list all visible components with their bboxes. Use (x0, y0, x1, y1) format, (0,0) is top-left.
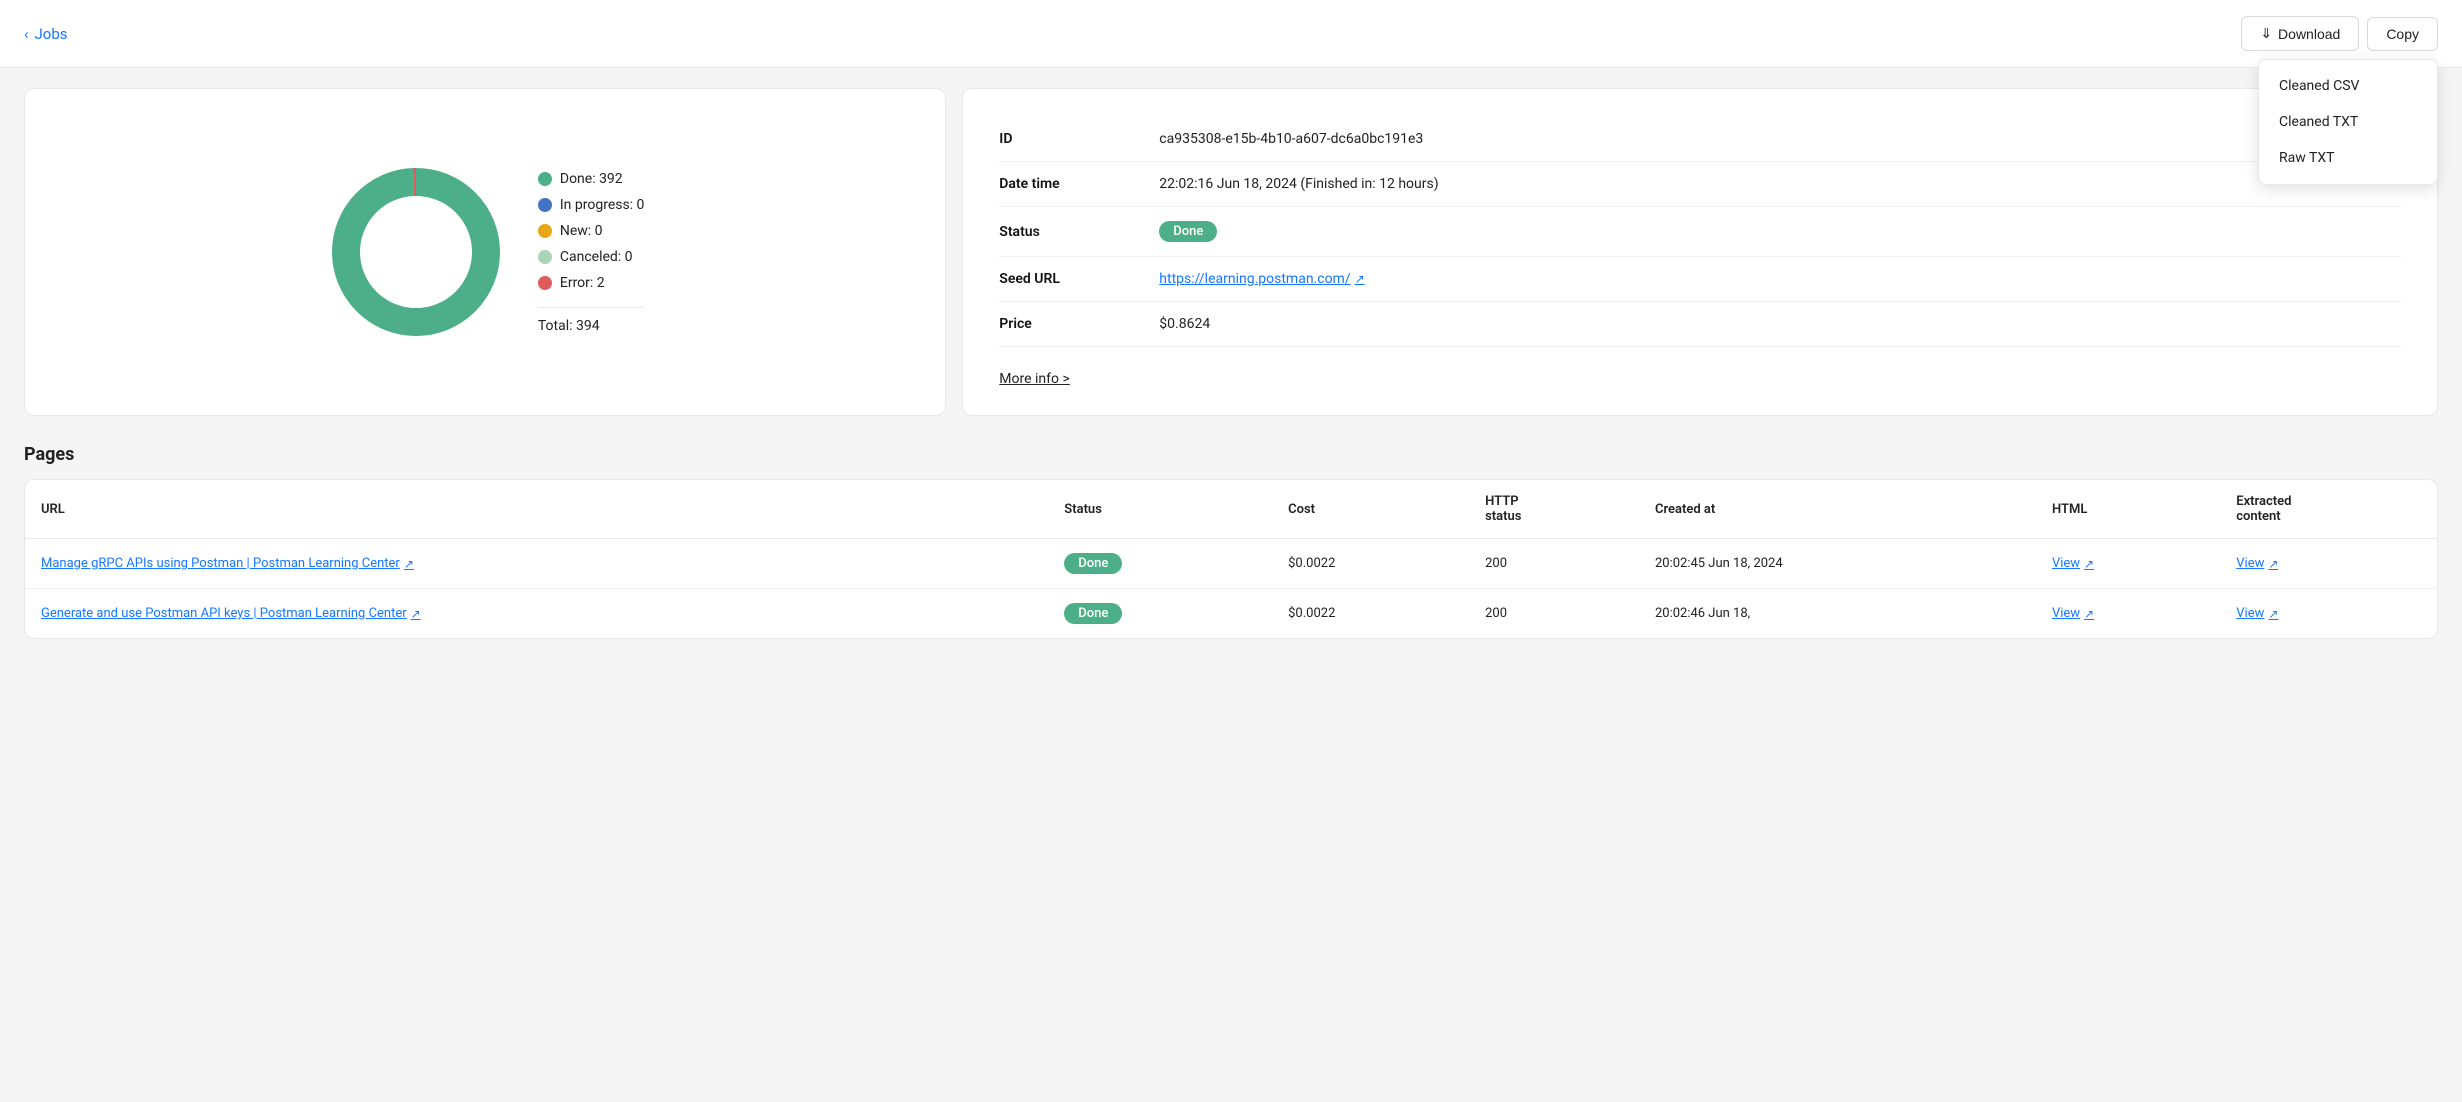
price-value: $0.8624 (1159, 316, 2401, 332)
legend-total: Total: 394 (538, 307, 645, 334)
dropdown-item-cleaned-txt[interactable]: Cleaned TXT (2259, 104, 2437, 140)
col-http-status: HTTPstatus (1469, 480, 1639, 539)
external-link-icon: ↗ (411, 607, 421, 621)
canceled-dot (538, 250, 552, 264)
copy-button[interactable]: Copy (2367, 17, 2438, 51)
donut-svg (326, 162, 506, 342)
id-label: ID (999, 131, 1159, 147)
done-label: Done: 392 (560, 171, 623, 187)
download-button[interactable]: ⇓ Download (2241, 16, 2359, 51)
row2-status-badge: Done (1064, 603, 1122, 624)
back-link[interactable]: ‹ Jobs (24, 25, 68, 43)
col-html: HTML (2036, 480, 2220, 539)
row2-extracted-link[interactable]: View ↗ (2236, 606, 2278, 621)
error-dot (538, 276, 552, 290)
in-progress-dot (538, 198, 552, 212)
col-status: Status (1048, 480, 1272, 539)
price-label: Price (999, 316, 1159, 332)
new-label: New: 0 (560, 223, 603, 239)
col-cost: Cost (1272, 480, 1469, 539)
row2-extracted: View ↗ (2220, 589, 2437, 639)
row1-cost: $0.0022 (1272, 539, 1469, 589)
dropdown-item-raw-txt[interactable]: Raw TXT (2259, 140, 2437, 176)
col-created-at: Created at (1639, 480, 2036, 539)
legend-in-progress: In progress: 0 (538, 197, 645, 213)
row1-http-status: 200 (1469, 539, 1639, 589)
pages-title: Pages (24, 444, 2438, 465)
legend-new: New: 0 (538, 223, 645, 239)
row2-url: Generate and use Postman API keys | Post… (25, 589, 1048, 639)
row2-status: Done (1048, 589, 1272, 639)
row1-extracted-link[interactable]: View ↗ (2236, 556, 2278, 571)
legend-done: Done: 392 (538, 171, 645, 187)
canceled-label: Canceled: 0 (560, 249, 633, 265)
main-content: Done: 392 In progress: 0 New: 0 Canceled… (0, 68, 2462, 659)
external-link-icon: ↗ (2084, 607, 2094, 621)
row1-html: View ↗ (2036, 539, 2220, 589)
seed-url-link[interactable]: https://learning.postman.com/ ↗ (1159, 271, 1364, 287)
external-link-icon: ↗ (1355, 272, 1365, 286)
datetime-value: 22:02:16 Jun 18, 2024 (Finished in: 12 h… (1159, 176, 2401, 192)
row1-status-badge: Done (1064, 553, 1122, 574)
info-row-datetime: Date time 22:02:16 Jun 18, 2024 (Finishe… (999, 162, 2401, 207)
in-progress-label: In progress: 0 (560, 197, 645, 213)
row1-extracted: View ↗ (2220, 539, 2437, 589)
donut-chart (326, 162, 506, 342)
dropdown-item-cleaned-csv[interactable]: Cleaned CSV (2259, 68, 2437, 104)
table-row: Generate and use Postman API keys | Post… (25, 589, 2437, 639)
info-row-status: Status Done (999, 207, 2401, 257)
col-extracted-content: Extractedcontent (2220, 480, 2437, 539)
id-value: ca935308-e15b-4b10-a607-dc6a0bc191e3 (1159, 131, 2401, 147)
row1-url: Manage gRPC APIs using Postman | Postman… (25, 539, 1048, 589)
row1-html-link[interactable]: View ↗ (2052, 556, 2094, 571)
pages-section: Pages URL Status Cost HTTPstatus Created… (24, 444, 2438, 639)
job-info-card: ID ca935308-e15b-4b10-a607-dc6a0bc191e3 … (962, 88, 2438, 416)
external-link-icon: ↗ (2268, 607, 2278, 621)
external-link-icon: ↗ (2268, 557, 2278, 571)
pages-table-wrapper: URL Status Cost HTTPstatus Created at HT… (24, 479, 2438, 639)
done-dot (538, 172, 552, 186)
legend-error: Error: 2 (538, 275, 645, 291)
new-dot (538, 224, 552, 238)
pages-table: URL Status Cost HTTPstatus Created at HT… (25, 480, 2437, 638)
info-row-seed-url: Seed URL https://learning.postman.com/ ↗ (999, 257, 2401, 302)
donut-chart-card: Done: 392 In progress: 0 New: 0 Canceled… (24, 88, 946, 416)
chart-legend: Done: 392 In progress: 0 New: 0 Canceled… (538, 171, 645, 334)
row2-http-status: 200 (1469, 589, 1639, 639)
seed-url-label: Seed URL (999, 271, 1159, 287)
error-label: Error: 2 (560, 275, 605, 291)
row2-cost: $0.0022 (1272, 589, 1469, 639)
row2-created-at: 20:02:46 Jun 18, (1639, 589, 2036, 639)
header-actions: ⇓ Download Copy Cleaned CSV Cleaned TXT … (2241, 16, 2438, 51)
back-link-label: Jobs (35, 25, 68, 43)
row1-url-link[interactable]: Manage gRPC APIs using Postman | Postman… (41, 556, 414, 571)
more-info-link[interactable]: More info > (999, 371, 1070, 387)
table-header-row: URL Status Cost HTTPstatus Created at HT… (25, 480, 2437, 539)
download-icon: ⇓ (2260, 25, 2272, 42)
status-badge: Done (1159, 221, 1217, 242)
row2-html-link[interactable]: View ↗ (2052, 606, 2094, 621)
table-row: Manage gRPC APIs using Postman | Postman… (25, 539, 2437, 589)
datetime-label: Date time (999, 176, 1159, 192)
cards-row: Done: 392 In progress: 0 New: 0 Canceled… (24, 88, 2438, 416)
col-url: URL (25, 480, 1048, 539)
external-link-icon: ↗ (404, 557, 414, 571)
download-dropdown: Cleaned CSV Cleaned TXT Raw TXT (2258, 59, 2438, 185)
external-link-icon: ↗ (2084, 557, 2094, 571)
status-label: Status (999, 224, 1159, 240)
row2-url-link[interactable]: Generate and use Postman API keys | Post… (41, 606, 421, 621)
chevron-left-icon: ‹ (24, 25, 29, 43)
row2-html: View ↗ (2036, 589, 2220, 639)
row1-created-at: 20:02:45 Jun 18, 2024 (1639, 539, 2036, 589)
row1-status: Done (1048, 539, 1272, 589)
page-header: ‹ Jobs ⇓ Download Copy Cleaned CSV Clean… (0, 0, 2462, 68)
info-row-price: Price $0.8624 (999, 302, 2401, 347)
legend-canceled: Canceled: 0 (538, 249, 645, 265)
info-row-id: ID ca935308-e15b-4b10-a607-dc6a0bc191e3 (999, 117, 2401, 162)
more-info-container: More info > (999, 363, 2401, 387)
